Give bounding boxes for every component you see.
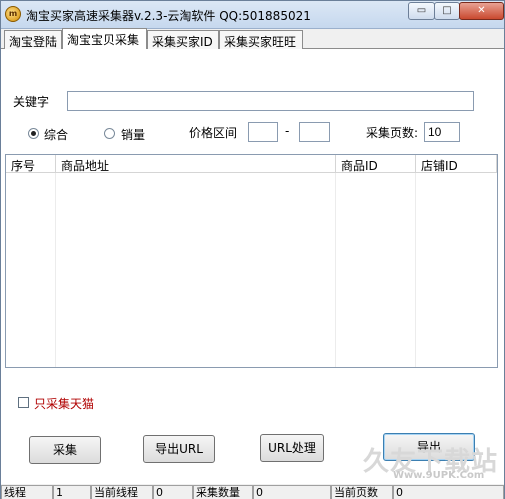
tab-product-collect[interactable]: 淘宝宝贝采集 <box>62 28 147 49</box>
price-min-input[interactable] <box>248 122 278 142</box>
export-url-button[interactable]: 导出URL <box>143 435 215 463</box>
minimize-icon: ▭ <box>416 5 427 16</box>
tab-collect-buyer-id[interactable]: 采集买家ID <box>147 30 219 49</box>
maximize-button[interactable]: □ <box>434 2 460 20</box>
only-tmall-checkbox[interactable] <box>18 397 29 408</box>
status-current-page-value: 0 <box>393 485 504 499</box>
column-divider <box>415 173 416 367</box>
maximize-icon: □ <box>442 5 452 16</box>
column-header-product-id[interactable]: 商品ID <box>336 155 416 173</box>
radio-comprehensive-label: 综合 <box>44 128 69 142</box>
product-table[interactable]: 序号 商品地址 商品ID 店铺ID <box>5 154 498 368</box>
column-header-index[interactable]: 序号 <box>6 155 56 173</box>
tab-collect-buyer-wangwang[interactable]: 采集买家旺旺 <box>219 30 303 49</box>
radio-sales-label: 销量 <box>121 128 146 142</box>
column-header-product-url[interactable]: 商品地址 <box>56 155 336 173</box>
keyword-input[interactable] <box>67 91 474 111</box>
status-threads-label: 线程 <box>1 485 53 499</box>
table-header: 序号 商品地址 商品ID 店铺ID <box>6 155 497 173</box>
status-bar: 线程 1 当前线程 0 采集数量 0 当前页数 0 <box>1 484 504 499</box>
price-max-input[interactable] <box>299 122 330 142</box>
app-logo-icon: m <box>5 6 21 22</box>
status-collected-value: 0 <box>253 485 331 499</box>
only-tmall-label: 只采集天猫 <box>34 397 95 411</box>
close-icon: ✕ <box>477 5 486 16</box>
status-collected-label: 采集数量 <box>193 485 253 499</box>
price-range-label: 价格区间 <box>189 126 238 140</box>
pages-label: 采集页数: <box>366 126 419 140</box>
pages-input[interactable] <box>424 122 460 142</box>
status-current-thread-value: 0 <box>153 485 193 499</box>
column-divider <box>55 173 56 367</box>
tab-taobao-login[interactable]: 淘宝登陆 <box>4 30 62 49</box>
minimize-button[interactable]: ▭ <box>408 2 435 20</box>
status-current-page-label: 当前页数 <box>331 485 393 499</box>
window-title: 淘宝买家高速采集器v.2.3-云淘软件 QQ:501885021 <box>26 9 311 23</box>
price-separator: - <box>285 124 290 138</box>
radio-comprehensive[interactable] <box>28 128 39 139</box>
keyword-label: 关键字 <box>13 95 50 109</box>
tab-panel: 关键字 综合 销量 价格区间 - 采集页数: 序号 商品地址 商品ID 店铺ID… <box>1 49 504 484</box>
app-window: m 淘宝买家高速采集器v.2.3-云淘软件 QQ:501885021 ▭ □ ✕… <box>0 0 505 499</box>
status-threads-value: 1 <box>53 485 91 499</box>
watermark-url: Www.9UPK.Com <box>393 470 485 481</box>
column-header-shop-id[interactable]: 店铺ID <box>416 155 497 173</box>
column-divider <box>335 173 336 367</box>
status-current-thread-label: 当前线程 <box>91 485 153 499</box>
url-process-button[interactable]: URL处理 <box>260 434 324 462</box>
close-button[interactable]: ✕ <box>459 2 504 20</box>
collect-button[interactable]: 采集 <box>29 436 101 464</box>
radio-sales[interactable] <box>104 128 115 139</box>
title-bar[interactable]: m 淘宝买家高速采集器v.2.3-云淘软件 QQ:501885021 ▭ □ ✕ <box>1 1 504 29</box>
